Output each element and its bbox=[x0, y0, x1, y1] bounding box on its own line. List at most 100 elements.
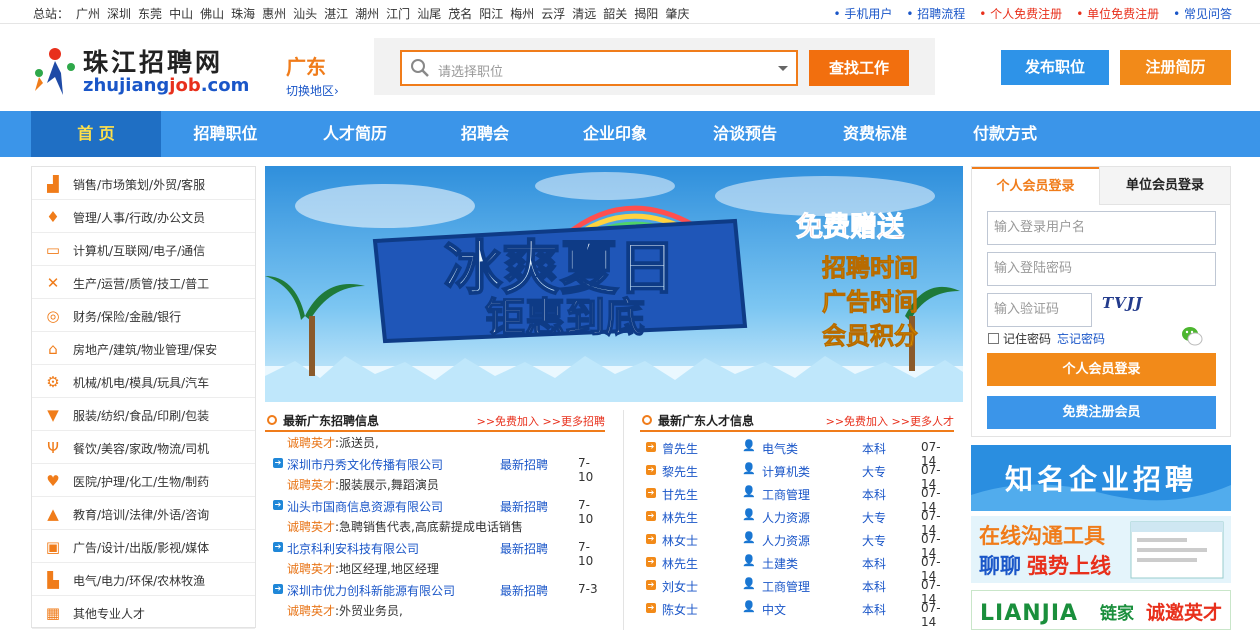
city-link[interactable]: 珠海 bbox=[231, 7, 255, 21]
talent-name[interactable]: 林先生 bbox=[662, 509, 698, 526]
site-logo[interactable]: 珠江招聘网 zhujiangjob.com bbox=[33, 43, 263, 103]
forgot-password-link[interactable]: 忘记密码 bbox=[1057, 332, 1105, 346]
talent-row[interactable]: ➔ 黎先生 👤 计算机类 大专 07-14 bbox=[640, 461, 954, 491]
talent-name[interactable]: 林先生 bbox=[662, 555, 698, 572]
nav-item-4[interactable]: 企业印象 bbox=[550, 111, 680, 157]
personal-login-button[interactable]: 个人会员登录 bbox=[987, 353, 1216, 386]
city-link[interactable]: 惠州 bbox=[262, 7, 286, 21]
region-selector[interactable]: 广东 切换地区› bbox=[286, 51, 339, 99]
job-status[interactable]: 最新招聘 bbox=[500, 456, 548, 473]
find-job-button[interactable]: 查找工作 bbox=[809, 50, 909, 86]
city-link[interactable]: 潮州 bbox=[355, 7, 379, 21]
remember-checkbox[interactable] bbox=[988, 333, 999, 344]
talent-name[interactable]: 陈女士 bbox=[662, 601, 698, 618]
city-link[interactable]: 汕尾 bbox=[417, 7, 441, 21]
city-link[interactable]: 茂名 bbox=[448, 7, 472, 21]
city-link[interactable]: 东莞 bbox=[138, 7, 162, 21]
username-input[interactable]: 输入登录用户名 bbox=[987, 211, 1216, 245]
job-row[interactable]: ➔ 深圳市优力创科新能源有限公司 最新招聘 7-3 bbox=[265, 582, 605, 602]
nav-item-7[interactable]: 付款方式 bbox=[940, 111, 1070, 157]
remember-label[interactable]: 记住密码 bbox=[1003, 332, 1051, 346]
category-item[interactable]: ▼ 服装/纺织/食品/印刷/包装 bbox=[32, 398, 255, 431]
talent-row[interactable]: ➔ 甘先生 👤 工商管理 本科 07-14 bbox=[640, 484, 954, 514]
category-item[interactable]: ♦ 管理/人事/行政/办公文员 bbox=[32, 200, 255, 233]
category-item[interactable]: ▭ 计算机/互联网/电子/通信 bbox=[32, 233, 255, 266]
top-link[interactable]: • 手机用户 bbox=[833, 7, 892, 21]
ad-lianjia[interactable]: LIANJIA 链家 诚邀英才 bbox=[971, 590, 1231, 630]
company-link[interactable]: 汕头市国商信息资源有限公司 bbox=[287, 498, 443, 515]
talent-row[interactable]: ➔ 刘女士 👤 工商管理 本科 07-14 bbox=[640, 576, 954, 606]
nav-item-0[interactable]: 首 页 bbox=[31, 111, 161, 157]
tab-company-login[interactable]: 单位会员登录 bbox=[1099, 167, 1230, 205]
company-link[interactable]: 深圳市丹秀文化传播有限公司 bbox=[287, 456, 443, 473]
talent-more-link[interactable]: >>免费加入 >>更多人才 bbox=[826, 413, 954, 429]
company-link[interactable]: 北京科利安科技有限公司 bbox=[287, 540, 419, 557]
city-link[interactable]: 中山 bbox=[169, 7, 193, 21]
captcha-image[interactable]: TVJJ bbox=[1102, 294, 1162, 318]
talent-row[interactable]: ➔ 林女士 👤 人力资源 大专 07-14 bbox=[640, 530, 954, 560]
switch-region-link[interactable]: 切换地区› bbox=[286, 82, 339, 99]
job-status[interactable]: 最新招聘 bbox=[500, 540, 548, 557]
category-item[interactable]: ▟ 销售/市场策划/外贸/客服 bbox=[32, 167, 255, 200]
dropdown-arrow-icon[interactable] bbox=[778, 66, 788, 71]
city-link[interactable]: 广州 bbox=[76, 7, 100, 21]
ad-chat-tool[interactable]: 在线沟通工具 聊聊 强势上线 bbox=[971, 516, 1231, 583]
category-item[interactable]: ▣ 广告/设计/出版/影视/媒体 bbox=[32, 530, 255, 563]
city-link[interactable]: 深圳 bbox=[107, 7, 131, 21]
top-link[interactable]: • 招聘流程 bbox=[906, 7, 965, 21]
job-status[interactable]: 最新招聘 bbox=[500, 498, 548, 515]
register-resume-button[interactable]: 注册简历 bbox=[1120, 50, 1231, 85]
nav-item-1[interactable]: 招聘职位 bbox=[161, 111, 290, 157]
company-link[interactable]: 深圳市优力创科新能源有限公司 bbox=[287, 582, 455, 599]
job-row[interactable]: ➔ 汕头市国商信息资源有限公司 最新招聘 7-10 bbox=[265, 498, 605, 526]
category-item[interactable]: Ψ 餐饮/美容/家政/物流/司机 bbox=[32, 431, 255, 464]
city-link[interactable]: 揭阳 bbox=[634, 7, 658, 21]
password-input[interactable]: 输入登陆密码 bbox=[987, 252, 1216, 286]
nav-item-5[interactable]: 洽谈预告 bbox=[680, 111, 810, 157]
job-row[interactable]: ➔ 北京科利安科技有限公司 最新招聘 7-10 bbox=[265, 540, 605, 568]
category-item[interactable]: ⌂ 房地产/建筑/物业管理/保安 bbox=[32, 332, 255, 365]
free-register-button[interactable]: 免费注册会员 bbox=[987, 396, 1216, 429]
job-search-select[interactable]: 请选择职位 bbox=[400, 50, 798, 86]
top-link[interactable]: • 常见问答 bbox=[1173, 7, 1232, 21]
category-item[interactable]: ✕ 生产/运营/质管/技工/普工 bbox=[32, 266, 255, 299]
jobs-more-link[interactable]: >>免费加入 >>更多招聘 bbox=[477, 413, 605, 429]
city-link[interactable]: 梅州 bbox=[510, 7, 534, 21]
post-job-button[interactable]: 发布职位 bbox=[1001, 50, 1109, 85]
nav-item-3[interactable]: 招聘会 bbox=[420, 111, 550, 157]
talent-name[interactable]: 刘女士 bbox=[662, 578, 698, 595]
city-link[interactable]: 云浮 bbox=[541, 7, 565, 21]
category-item[interactable]: ▙ 电气/电力/环保/农林牧渔 bbox=[32, 563, 255, 596]
category-item[interactable]: ▦ 其他专业人才 bbox=[32, 596, 255, 629]
talent-row[interactable]: ➔ 林先生 👤 人力资源 大专 07-14 bbox=[640, 507, 954, 537]
talent-row[interactable]: ➔ 曾先生 👤 电气类 本科 07-14 bbox=[640, 438, 954, 468]
job-row[interactable]: ➔ 深圳市丹秀文化传播有限公司 最新招聘 7-10 bbox=[265, 456, 605, 484]
promo-banner[interactable]: 冰爽夏日 钜惠到底 免费赠送 招聘时间 广告时间 会员积分 bbox=[265, 166, 963, 402]
city-link[interactable]: 韶关 bbox=[603, 7, 627, 21]
nav-item-2[interactable]: 人才简历 bbox=[290, 111, 420, 157]
city-link[interactable]: 江门 bbox=[386, 7, 410, 21]
city-link[interactable]: 汕头 bbox=[293, 7, 317, 21]
nav-item-6[interactable]: 资费标准 bbox=[810, 111, 940, 157]
category-item[interactable]: ⚙ 机械/机电/模具/玩具/汽车 bbox=[32, 365, 255, 398]
talent-name[interactable]: 曾先生 bbox=[662, 440, 698, 457]
captcha-input[interactable]: 输入验证码 bbox=[987, 293, 1092, 327]
category-item[interactable]: ▲ 教育/培训/法律/外语/咨询 bbox=[32, 497, 255, 530]
ad-famous-companies[interactable]: 知名企业招聘 bbox=[971, 445, 1231, 511]
top-link[interactable]: • 个人免费注册 bbox=[979, 7, 1062, 21]
city-link[interactable]: 阳江 bbox=[479, 7, 503, 21]
talent-row[interactable]: ➔ 陈女士 👤 中文 本科 07-14 bbox=[640, 599, 954, 629]
city-link[interactable]: 湛江 bbox=[324, 7, 348, 21]
talent-name[interactable]: 黎先生 bbox=[662, 463, 698, 480]
talent-name[interactable]: 林女士 bbox=[662, 532, 698, 549]
top-link[interactable]: • 单位免费注册 bbox=[1076, 7, 1159, 21]
category-item[interactable]: ◎ 财务/保险/金融/银行 bbox=[32, 299, 255, 332]
category-item[interactable]: ♥ 医院/护理/化工/生物/制药 bbox=[32, 464, 255, 497]
wechat-icon[interactable] bbox=[1181, 325, 1203, 347]
talent-row[interactable]: ➔ 林先生 👤 土建类 本科 07-14 bbox=[640, 553, 954, 583]
tab-personal-login[interactable]: 个人会员登录 bbox=[972, 167, 1099, 205]
talent-name[interactable]: 甘先生 bbox=[662, 486, 698, 503]
city-link[interactable]: 肇庆 bbox=[665, 7, 689, 21]
job-status[interactable]: 最新招聘 bbox=[500, 582, 548, 599]
city-link[interactable]: 佛山 bbox=[200, 7, 224, 21]
